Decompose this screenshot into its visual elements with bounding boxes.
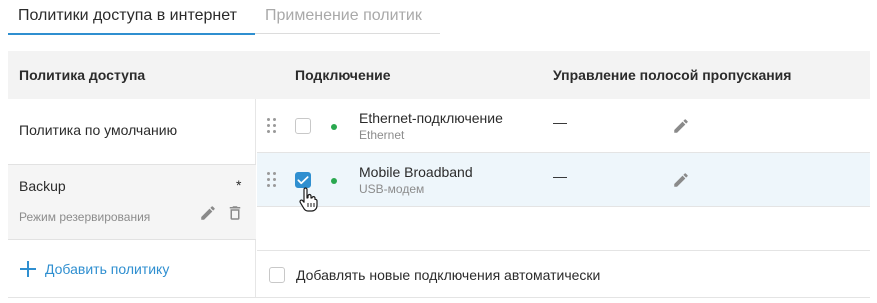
delete-policy-button[interactable] — [225, 202, 245, 224]
divider — [8, 297, 870, 298]
status-online-dot — [331, 178, 337, 184]
header-policy: Политика доступа — [19, 67, 146, 83]
bandwidth-value: — — [553, 168, 567, 184]
status-online-dot — [331, 124, 337, 130]
add-policy-label: Добавить политику — [45, 261, 170, 277]
auto-add-label[interactable]: Добавлять новые подключения автоматическ… — [296, 267, 600, 283]
hand-pointer-icon — [299, 187, 318, 212]
policy-subtitle: Режим резервирования — [19, 210, 151, 224]
pencil-icon — [674, 173, 688, 187]
connection-row-ethernet: Ethernet-подключение Ethernet — — [257, 99, 870, 153]
checkmark-icon — [297, 176, 309, 185]
bandwidth-value: — — [553, 114, 567, 130]
header-connection: Подключение — [295, 67, 391, 83]
policy-list: Политика по умолчанию Backup Режим резер… — [8, 99, 256, 298]
active-tab-indicator — [8, 33, 255, 35]
trash-icon — [229, 206, 241, 220]
pencil-icon — [201, 206, 215, 220]
policy-tabs: Политики доступа в интернет Применение п… — [8, 0, 440, 35]
connection-type: USB-модем — [359, 182, 425, 196]
edit-bandwidth-button[interactable] — [671, 116, 691, 136]
modified-marker: * — [236, 177, 242, 193]
table-header: Политика доступа Подключение Управление … — [8, 51, 870, 99]
connection-row-mobile: Mobile Broadband USB-модем — — [257, 153, 870, 212]
header-bandwidth: Управление полосой пропускания — [553, 67, 792, 83]
auto-add-checkbox[interactable] — [269, 267, 285, 283]
connection-checkbox[interactable] — [295, 118, 311, 134]
pencil-icon — [674, 119, 688, 133]
connection-name: Ethernet-подключение — [359, 110, 503, 126]
tab-access-policies[interactable]: Политики доступа в интернет — [18, 6, 237, 26]
policy-name: Политика по умолчанию — [19, 122, 178, 138]
drag-handle-icon[interactable] — [267, 118, 277, 134]
policies-panel: Политика доступа Подключение Управление … — [8, 51, 870, 298]
connection-type: Ethernet — [359, 128, 405, 142]
plus-icon — [20, 261, 36, 277]
add-policy-button[interactable]: Добавить политику — [20, 259, 169, 279]
policy-name: Backup — [19, 178, 66, 194]
drag-handle-icon[interactable] — [267, 172, 277, 188]
policy-item-default[interactable]: Политика по умолчанию — [8, 99, 256, 163]
connection-name: Mobile Broadband — [359, 164, 473, 180]
policy-item-backup[interactable]: Backup Режим резервирования * — [8, 164, 256, 240]
connections-list: Ethernet-подключение Ethernet — Mobile B… — [257, 99, 870, 298]
tab-apply-policies[interactable]: Применение политик — [265, 6, 422, 26]
edit-bandwidth-button[interactable] — [671, 170, 691, 190]
edit-policy-button[interactable] — [197, 202, 219, 224]
auto-add-row: Добавлять новые подключения автоматическ… — [257, 250, 870, 298]
connection-checkbox[interactable] — [295, 172, 311, 188]
